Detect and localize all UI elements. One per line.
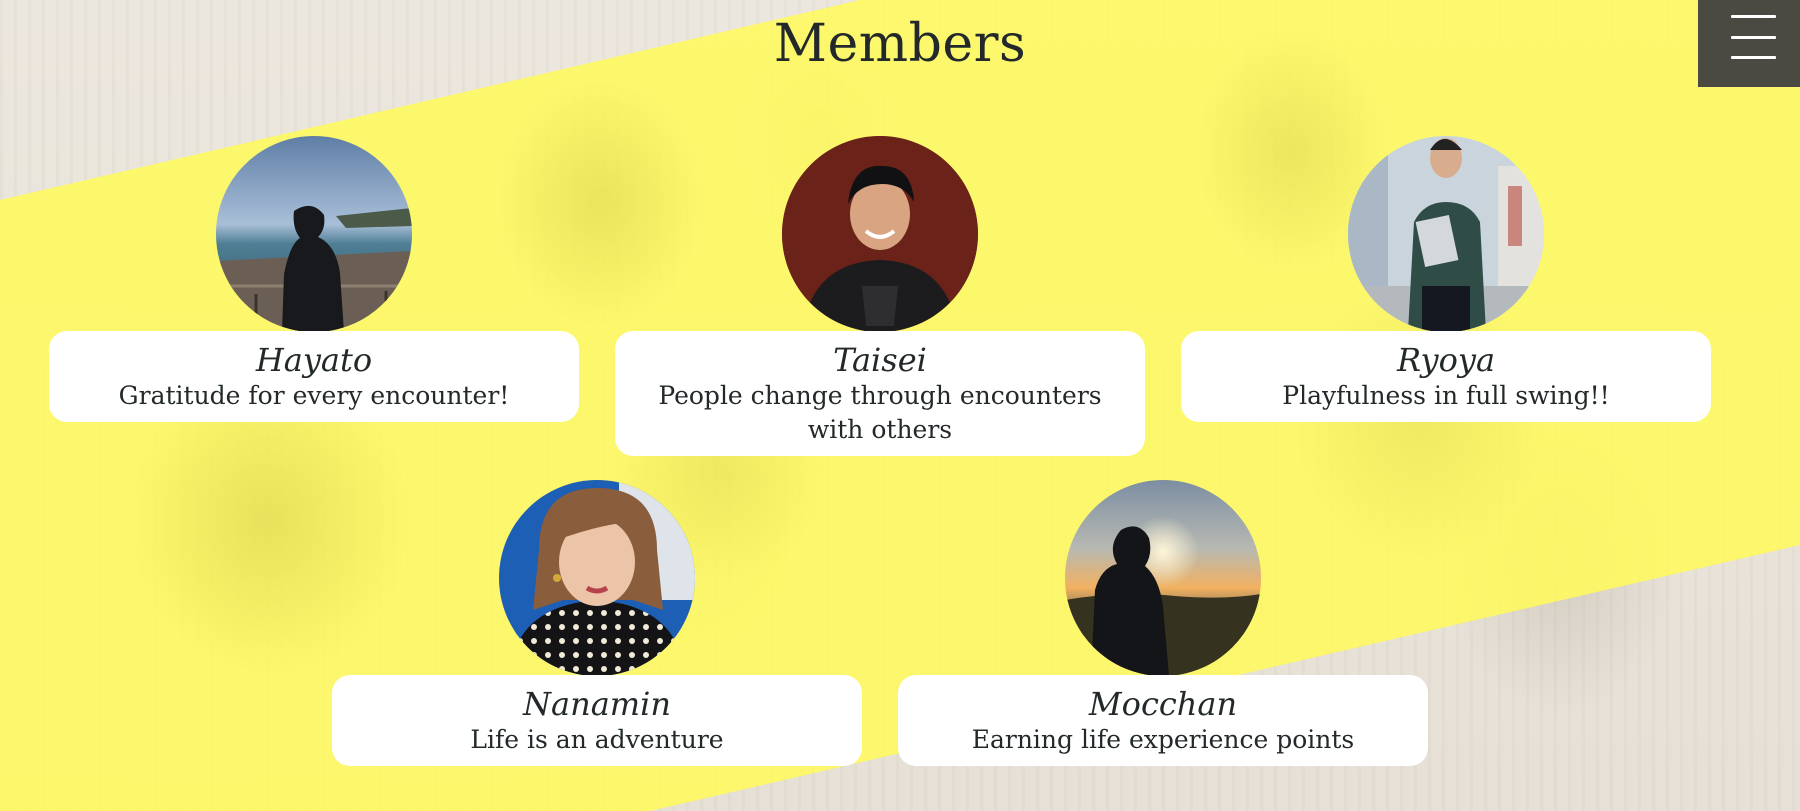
- hamburger-menu-icon-bar: [1731, 56, 1776, 59]
- silhouette-at-sunset-photo: [1065, 480, 1261, 676]
- member-motto: Gratitude for every encounter!: [118, 381, 510, 410]
- page-title: Members: [773, 14, 1027, 74]
- smiling-man-portrait-photo: [782, 136, 978, 332]
- member-info: Taisei People change through encounters …: [615, 331, 1145, 456]
- member-name: Ryoya: [1396, 341, 1496, 379]
- member-motto: People change through encounters with ot…: [658, 381, 1102, 444]
- member-info: Mocchan Earning life experience points: [898, 675, 1428, 766]
- member-info: Hayato Gratitude for every encounter!: [49, 331, 579, 422]
- member-name: Taisei: [833, 341, 927, 379]
- member-photo: [216, 136, 412, 332]
- woman-selfie-photo: [499, 480, 695, 676]
- member-photo: [1348, 136, 1544, 332]
- man-holding-laptop-photo: [1348, 136, 1544, 332]
- member-name: Hayato: [255, 341, 373, 379]
- member-info: Ryoya Playfulness in full swing!!: [1181, 331, 1711, 422]
- member-motto: Playfulness in full swing!!: [1282, 381, 1610, 410]
- member-name: Mocchan: [1088, 685, 1238, 723]
- hamburger-menu-icon: [1731, 15, 1776, 18]
- hamburger-menu-icon-bar: [1731, 36, 1776, 39]
- member-photo: [499, 480, 695, 676]
- member-info: Nanamin Life is an adventure: [332, 675, 862, 766]
- person-by-sea-photo: [216, 136, 412, 332]
- member-photo: [1065, 480, 1261, 676]
- member-motto: Life is an adventure: [470, 725, 724, 754]
- member-photo: [782, 136, 978, 332]
- member-motto: Earning life experience points: [971, 725, 1355, 754]
- member-name: Nanamin: [523, 685, 671, 723]
- menu-button[interactable]: [1698, 0, 1800, 87]
